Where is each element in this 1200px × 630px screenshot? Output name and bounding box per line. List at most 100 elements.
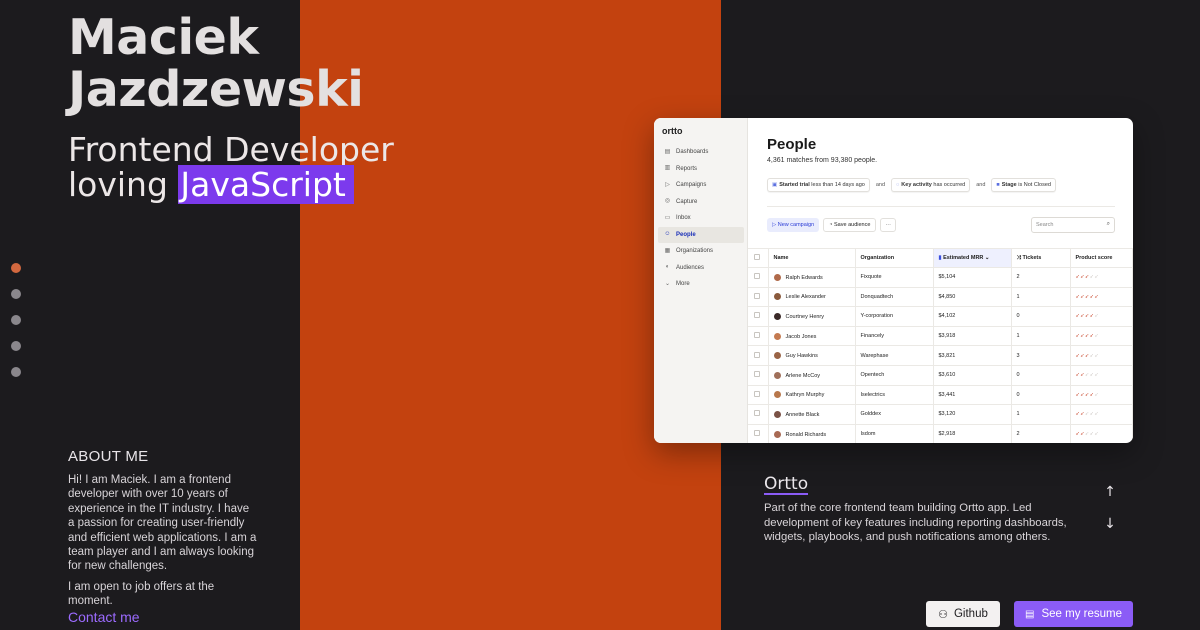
mrr-cell: $4,102 (933, 306, 1012, 327)
filter-field: Stage (1001, 182, 1017, 188)
pager-dot[interactable] (11, 263, 21, 273)
select-all-checkbox[interactable] (754, 254, 760, 260)
pager-dot[interactable] (11, 315, 21, 325)
campaigns-icon: ▷ (665, 181, 670, 188)
resume-button[interactable]: ▤ See my resume (1014, 601, 1133, 627)
name-cell: Jacob Jones (768, 326, 856, 347)
product-score-cell: ➶➶➶➶➶ (1070, 345, 1133, 366)
row-checkbox[interactable] (754, 292, 760, 299)
rocket-icon: ➶ (1094, 352, 1100, 359)
column-header-tickets[interactable]: ⤨ Tickets (1011, 248, 1071, 268)
row-checkbox-cell[interactable] (748, 404, 769, 425)
product-score-cell: ➶➶➶➶➶ (1070, 306, 1133, 327)
role-line-2: loving JavaScript (68, 165, 394, 204)
organization-cell: Isdom (855, 424, 934, 443)
filter-chip[interactable]: ◌ Key activity has occurred (891, 178, 971, 192)
app-main: People 4,361 matches from 93,380 people.… (748, 118, 1133, 443)
row-checkbox[interactable] (754, 410, 760, 417)
hero-role: Frontend Developer loving JavaScript (68, 132, 394, 204)
rocket-icon: ➶ (1094, 391, 1100, 398)
filter-chip[interactable]: ■ Stage is Not Closed (991, 178, 1056, 192)
project-title-underline (764, 493, 808, 495)
project-title[interactable]: Ortto (764, 474, 808, 494)
mrr-cell: $3,441 (933, 385, 1012, 406)
column-header-organization[interactable]: Organization (855, 248, 934, 268)
search-input[interactable]: Search ⌕ (1031, 217, 1115, 233)
about-paragraph-2: I am open to job offers at the moment. (68, 580, 215, 608)
sidebar-item-dashboards[interactable]: ▤ Dashboards (658, 144, 744, 161)
sidebar-item-reports[interactable]: ▥ Reports (658, 161, 744, 178)
row-checkbox[interactable] (754, 312, 760, 319)
table-row[interactable]: Leslie Alexander Donquadtech $4,850 1 ➶➶➶➶➶ (748, 287, 1133, 308)
table-row[interactable]: Jacob Jones Financely $3,918 1 ➶➶➶➶➶ (748, 326, 1133, 347)
sidebar-item-organizations[interactable]: ▦ Organizations (658, 243, 744, 260)
row-checkbox-cell[interactable] (748, 287, 769, 308)
table-row[interactable]: Guy Hawkins Warephase $3,821 3 ➶➶➶➶➶ (748, 345, 1133, 366)
sidebar-item-label: Reports (676, 165, 698, 172)
sidebar-item-more[interactable]: ⌄ More (658, 276, 744, 293)
save-audience-button[interactable]: ◔ Save audience (823, 218, 877, 232)
row-checkbox[interactable] (754, 351, 760, 358)
column-header-product-score[interactable]: Product score (1070, 248, 1133, 268)
arrow-down-icon[interactable]: ↓ (1102, 516, 1118, 532)
person-name: Ronald Richards (785, 431, 827, 438)
tickets-cell: 0 (1011, 306, 1071, 327)
row-checkbox-cell[interactable] (748, 326, 769, 347)
row-checkbox-cell[interactable] (748, 385, 769, 406)
column-header-estimated-mrr[interactable]: ▮ Estimated MRR ⌄ (933, 248, 1012, 268)
row-checkbox-cell[interactable] (748, 365, 769, 386)
new-campaign-label: New campaign (777, 222, 815, 228)
app-page-subtitle: 4,361 matches from 93,380 people. (767, 157, 878, 164)
row-checkbox[interactable] (754, 430, 760, 437)
table-row[interactable]: Annette Black Golddex $3,120 1 ➶➶➶➶➶ (748, 404, 1133, 425)
product-score-cell: ➶➶➶➶➶ (1070, 404, 1133, 425)
person-name: Courtney Henry (785, 313, 825, 320)
people-icon: ☺ (664, 231, 671, 238)
row-checkbox-cell[interactable] (748, 306, 769, 327)
select-all-checkbox-cell[interactable] (748, 248, 769, 268)
pager-dot[interactable] (11, 341, 21, 351)
document-icon: ▤ (1025, 608, 1035, 620)
table-row[interactable]: Arlene McCoy Opentech $3,610 0 ➶➶➶➶➶ (748, 365, 1133, 386)
row-checkbox-cell[interactable] (748, 424, 769, 443)
row-checkbox-cell[interactable] (748, 345, 769, 366)
arrow-up-icon[interactable]: ↑ (1102, 484, 1118, 500)
table-header-row: Name Organization ▮ Estimated MRR ⌄ ⤨ Ti… (748, 248, 1133, 268)
row-checkbox[interactable] (754, 371, 760, 378)
sidebar-item-campaigns[interactable]: ▷ Campaigns (658, 177, 744, 194)
dashboard-icon: ▤ (664, 148, 671, 155)
sort-chevron-icon: ⌄ (983, 255, 990, 261)
product-score-cell: ➶➶➶➶➶ (1070, 267, 1133, 288)
row-checkbox-cell[interactable] (748, 267, 769, 288)
row-checkbox[interactable] (754, 273, 760, 280)
sidebar-item-inbox[interactable]: ▭ Inbox (658, 210, 744, 227)
project-description: Part of the core frontend team building … (764, 502, 1067, 543)
column-header-name[interactable]: Name (768, 248, 856, 268)
table-row[interactable]: Courtney Henry Y-corporation $4,102 0 ➶➶➶➶➶ (748, 306, 1133, 327)
avatar (773, 352, 781, 360)
hero-last-name: Jazdzewski (68, 61, 364, 118)
sidebar-item-label: Dashboards (676, 149, 709, 156)
row-checkbox[interactable] (754, 390, 760, 397)
divider (767, 206, 1115, 207)
person-name: Guy Hawkins (785, 353, 818, 360)
product-score-rating: ➶➶➶➶➶ (1076, 353, 1100, 359)
row-checkbox[interactable] (754, 332, 760, 339)
pager-dot[interactable] (11, 367, 21, 377)
product-score-cell: ➶➶➶➶➶ (1070, 424, 1133, 443)
sidebar-item-people[interactable]: ☺ People (658, 226, 744, 243)
contact-link[interactable]: Contact me (68, 609, 140, 625)
product-score-rating: ➶➶➶➶➶ (1076, 411, 1100, 417)
sidebar-item-audiences[interactable]: ◐ Audiences (658, 260, 744, 277)
table-row[interactable]: Ronald Richards Isdom $2,918 2 ➶➶➶➶➶ (748, 424, 1133, 443)
github-button[interactable]: ⚇ Github (926, 601, 1000, 627)
sidebar-item-capture[interactable]: ◎ Capture (658, 194, 744, 211)
filter-chip[interactable]: ▣ Started trial less than 14 days ago (767, 178, 870, 192)
table-row[interactable]: Kathryn Murphy Iselectrics $3,441 0 ➶➶➶➶➶ (748, 385, 1133, 406)
table-row[interactable]: Ralph Edwards Fixquote $5,104 2 ➶➶➶➶➶ (748, 267, 1133, 288)
more-actions-button[interactable]: ··· (880, 218, 896, 232)
app-screenshot: ortto ▤ Dashboards ▥ Reports ▷ Campaigns ◎ Capt… (654, 118, 1133, 443)
new-campaign-button[interactable]: ▷ New campaign (767, 218, 820, 232)
pager-dot[interactable] (11, 289, 21, 299)
tickets-cell: 2 (1011, 267, 1071, 288)
